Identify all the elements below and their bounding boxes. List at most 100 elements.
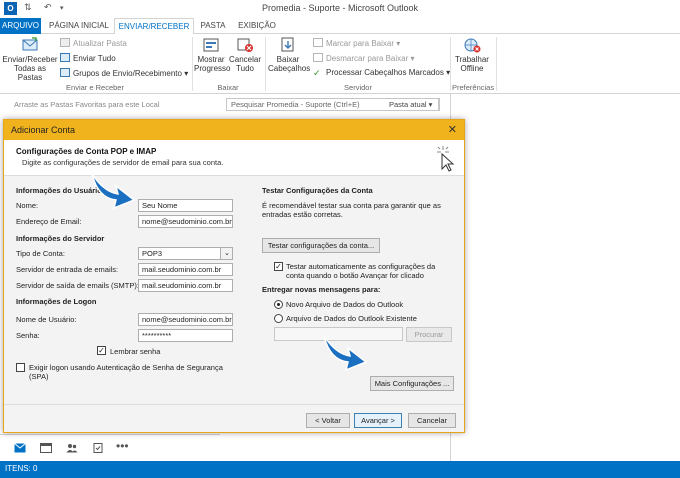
send-receive-icon: [22, 37, 38, 51]
chevron-down-icon: ⌄: [220, 248, 232, 259]
send-all-icon: [60, 53, 70, 62]
incoming-server-label: Servidor de entrada de emails:: [16, 265, 119, 274]
send-receive-all-button[interactable]: Enviar/Receber Todas as Pastas: [2, 37, 58, 82]
incoming-server-field[interactable]: mail.seudominio.com.br: [138, 263, 233, 276]
search-scope-dropdown[interactable]: Pasta atual ▾: [385, 98, 440, 111]
unmark-download-icon: [313, 53, 323, 62]
group-label-server: Servidor: [344, 83, 372, 92]
update-folder-icon: [60, 38, 70, 47]
browse-button[interactable]: Procurar: [406, 327, 452, 342]
show-progress-button[interactable]: Mostrar Progresso: [194, 37, 230, 73]
email-label: Endereço de Email:: [16, 217, 82, 226]
chevron-down-icon: ▾: [184, 69, 189, 78]
dialog-header-title: Configurações de Conta POP e IMAP: [16, 147, 157, 156]
cursor-sparkle-icon: [437, 146, 455, 172]
more-options-icon[interactable]: •••: [116, 439, 132, 453]
account-type-label: Tipo de Conta:: [16, 249, 65, 258]
pointer-arrow-icon: [91, 173, 136, 210]
group-label-download: Baixar: [217, 83, 239, 92]
chevron-down-icon: ▾: [428, 100, 433, 109]
navigation-bar: •••: [0, 434, 220, 461]
work-offline-icon: [464, 38, 481, 53]
send-receive-groups-button[interactable]: Grupos de Envio/Recebimento ▾: [60, 68, 188, 78]
username-field[interactable]: nome@seudominio.com.br: [138, 313, 233, 326]
pointer-arrow-icon: [323, 335, 368, 372]
cancel-button[interactable]: Cancelar: [408, 413, 456, 428]
logon-info-heading: Informações de Logon: [16, 297, 97, 306]
status-bar: ITENS: 0: [0, 461, 680, 478]
name-field[interactable]: Seu Nome: [138, 199, 233, 212]
process-marked-headers-button[interactable]: ✓ Processar Cabeçalhos Marcados ▾: [313, 68, 450, 78]
send-receive-groups-icon: [60, 68, 70, 77]
work-offline-button[interactable]: Trabalhar Offline: [452, 37, 492, 73]
tab-folder[interactable]: PASTA: [196, 18, 230, 34]
spa-checkbox[interactable]: [16, 363, 25, 372]
mail-icon[interactable]: [14, 443, 26, 453]
existing-data-file-radio[interactable]: [274, 314, 283, 323]
dialog-header-subtitle: Digite as configurações de servidor de e…: [22, 158, 224, 167]
item-count: ITENS: 0: [5, 464, 38, 473]
email-field[interactable]: nome@seudominio.com.br: [138, 215, 233, 228]
unmark-to-download-button[interactable]: Desmarcar para Baixar ▾: [313, 53, 415, 63]
send-all-button[interactable]: Enviar Tudo: [60, 53, 116, 63]
test-account-settings-button[interactable]: Testar configurações da conta...: [262, 238, 380, 253]
new-data-file-radio[interactable]: [274, 300, 283, 309]
name-label: Nome:: [16, 201, 39, 210]
more-settings-button[interactable]: Mais Configurações ...: [370, 376, 454, 391]
remember-password-checkbox[interactable]: ✓: [97, 346, 106, 355]
calendar-icon[interactable]: [40, 443, 52, 453]
back-button[interactable]: < Voltar: [306, 413, 350, 428]
password-label: Senha:: [16, 331, 40, 340]
auto-test-checkbox[interactable]: ✓: [274, 262, 283, 271]
mark-to-download-button[interactable]: Marcar para Baixar ▾: [313, 38, 400, 48]
group-label-send-receive: Enviar e Receber: [66, 83, 124, 92]
password-field[interactable]: **********: [138, 329, 233, 342]
add-account-dialog: Adicionar Conta ✕ Configurações de Conta…: [3, 119, 465, 433]
auto-test-label: Testar automaticamente as configurações …: [286, 262, 436, 280]
download-headers-icon: [281, 37, 294, 52]
close-icon[interactable]: ✕: [448, 123, 457, 136]
ribbon: Enviar/Receber Todas as Pastas Atualizar…: [0, 34, 680, 94]
cancel-all-button[interactable]: Cancelar Tudo: [228, 37, 262, 73]
existing-data-file-label: Arquivo de Dados do Outlook Existente: [286, 314, 417, 323]
tab-home[interactable]: PÁGINA INICIAL: [44, 18, 114, 34]
people-icon[interactable]: [66, 443, 78, 453]
group-separator: [192, 37, 193, 91]
dialog-body: Informações do Usuário Nome: Seu Nome En…: [4, 173, 464, 404]
dialog-header: Configurações de Conta POP e IMAP Digite…: [4, 140, 464, 176]
group-separator: [450, 37, 451, 91]
remember-password-label: Lembrar senha: [110, 347, 161, 356]
group-label-preferences: Preferências: [452, 83, 495, 92]
new-data-file-label: Novo Arquivo de Dados do Outlook: [286, 300, 404, 309]
favorites-hint: Arraste as Pastas Favoritas para este Lo…: [14, 100, 160, 109]
chevron-down-icon: ▾: [396, 39, 401, 48]
test-settings-description: É recomendável testar sua conta para gar…: [262, 201, 441, 219]
process-headers-icon: ✓: [313, 68, 321, 78]
dialog-title: Adicionar Conta: [11, 125, 76, 135]
title-bar: O ⇅ ↶ ▾ Promedia - Suporte - Microsoft O…: [0, 0, 680, 18]
chevron-down-icon: ▾: [410, 54, 415, 63]
mark-download-icon: [313, 38, 323, 47]
dialog-title-bar: Adicionar Conta ✕: [4, 120, 464, 140]
test-settings-heading: Testar Configurações da Conta: [262, 186, 373, 195]
cancel-all-icon: [237, 38, 253, 52]
tasks-icon[interactable]: [92, 443, 104, 453]
tab-file[interactable]: ARQUIVO: [0, 18, 41, 34]
group-separator: [496, 37, 497, 91]
outgoing-server-field[interactable]: mail.seudominio.com.br: [138, 279, 233, 292]
outgoing-server-label: Servidor de saída de emails (SMTP):: [16, 281, 139, 290]
tab-view[interactable]: EXIBIÇÃO: [234, 18, 280, 34]
dialog-footer: < Voltar Avançar > Cancelar: [4, 404, 464, 432]
account-type-select[interactable]: POP3 ⌄: [138, 247, 233, 260]
server-info-heading: Informações do Servidor: [16, 234, 105, 243]
window-title: Promedia - Suporte - Microsoft Outlook: [261, 3, 419, 13]
next-button[interactable]: Avançar >: [354, 413, 402, 428]
tab-send-receive[interactable]: ENVIAR/RECEBER: [114, 18, 194, 35]
progress-icon: [203, 38, 219, 52]
ribbon-tabs: ARQUIVO PÁGINA INICIAL ENVIAR/RECEBER PA…: [0, 18, 680, 35]
spa-label: Exigir logon usando Autenticação de Senh…: [29, 363, 223, 381]
download-headers-button[interactable]: Baixar Cabeçalhos: [268, 37, 310, 73]
update-folder-button[interactable]: Atualizar Pasta: [60, 38, 127, 48]
deliver-messages-heading: Entregar novas mensagens para:: [262, 285, 381, 294]
username-label: Nome de Usuário:: [16, 315, 77, 324]
